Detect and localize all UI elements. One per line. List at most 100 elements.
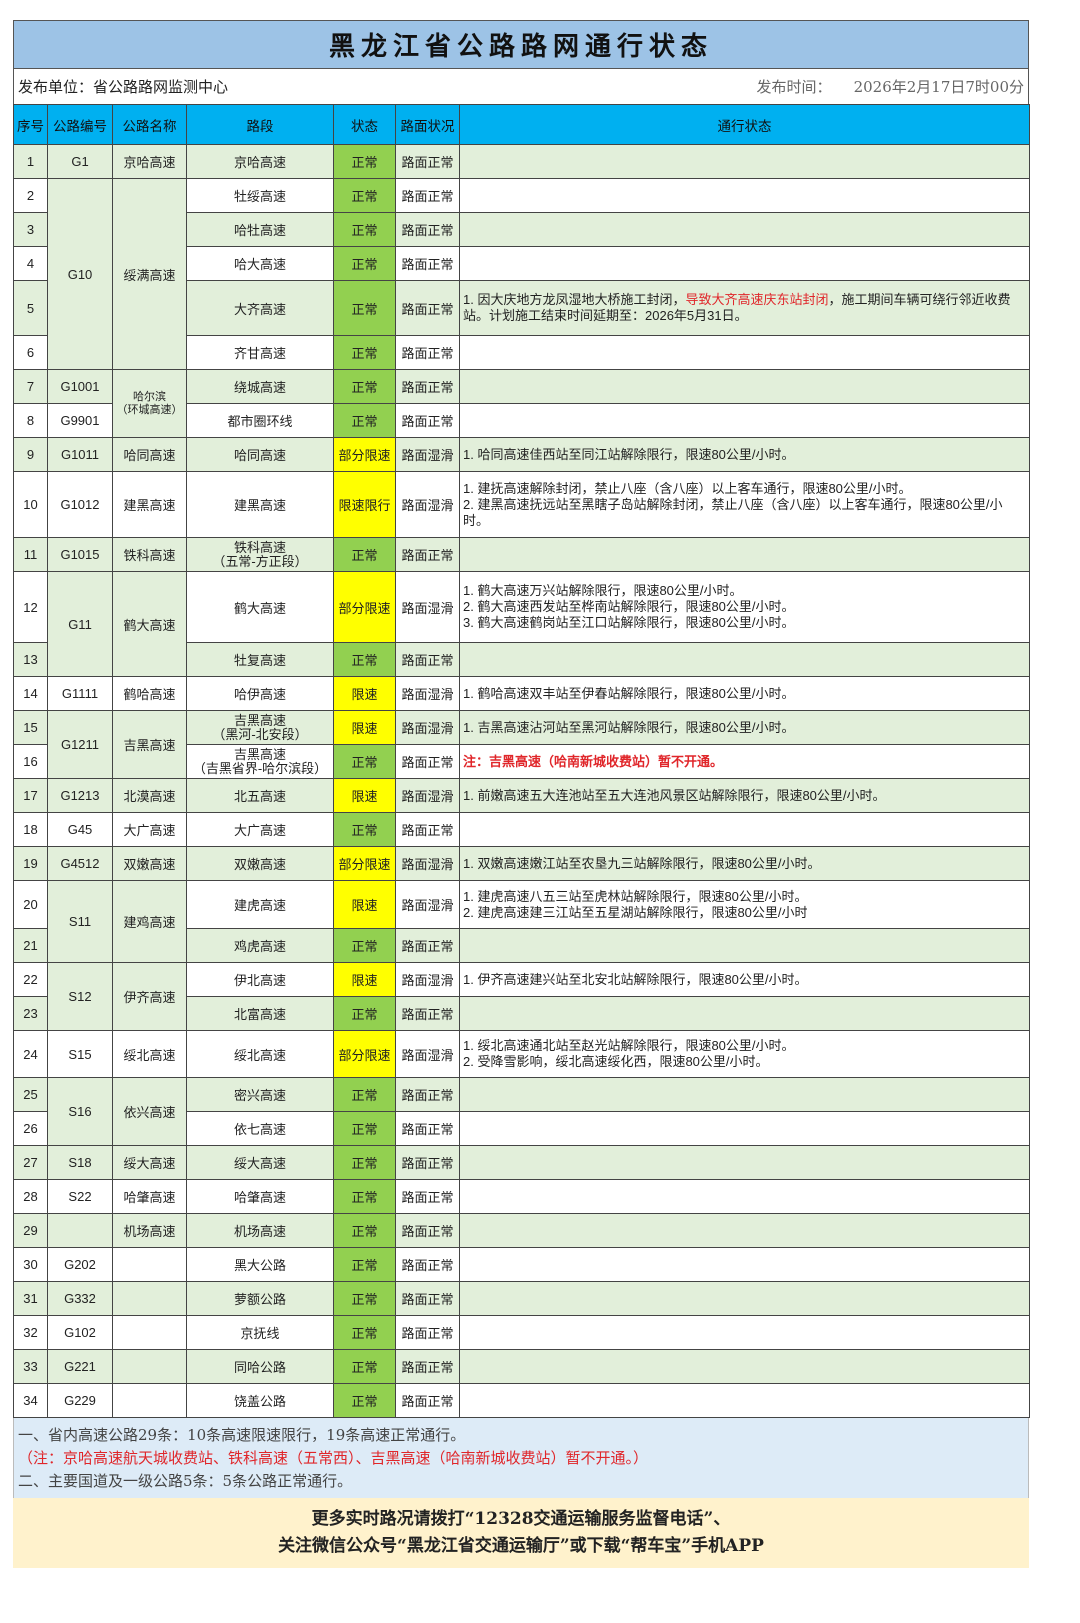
surface-condition: 路面正常 — [395, 403, 460, 438]
note-text: 1. 因大庆地方龙凤湿地大桥施工封闭， — [463, 292, 686, 307]
row-number: 3 — [13, 212, 48, 247]
status-badge: 限速 — [333, 710, 396, 745]
surface-condition: 路面正常 — [395, 1383, 460, 1418]
publish-time-block: 发布时间： 2026年2月17日7时00分 — [757, 76, 1028, 97]
road-code: G332 — [47, 1281, 113, 1316]
row-number: 16 — [13, 744, 48, 779]
status-badge: 正常 — [333, 1077, 396, 1112]
table-row: 2 G10 绥满高速 牡绥高速 正常 路面正常 — [13, 178, 1030, 370]
row-number: 14 — [13, 676, 48, 711]
traffic-notes: 1. 吉黑高速沾河站至黑河站解除限行，限速80公里/小时。 — [459, 710, 1030, 745]
col-header-status: 状态 — [333, 104, 396, 145]
road-name: 哈肇高速 — [112, 1179, 187, 1214]
row-number: 26 — [13, 1111, 48, 1146]
surface-condition: 路面湿滑 — [395, 1030, 460, 1078]
col-header-segment: 路段 — [186, 104, 334, 145]
table-row: 24 S15 绥北高速 绥北高速 部分限速 路面湿滑 1. 绥北高速通北站至赵光站解除限行，… — [13, 1030, 1030, 1078]
status-badge: 正常 — [333, 928, 396, 963]
row-number: 8 — [13, 403, 48, 438]
road-segment: 牡绥高速 — [186, 178, 334, 213]
note-line: 1. 哈同高速佳西站至同江站解除限行，限速80公里/小时。 — [463, 447, 1026, 463]
surface-condition: 路面正常 — [395, 1111, 460, 1146]
note-highlight: 注：吉黑高速（哈南新城收费站）暂不开通。 — [463, 753, 724, 769]
surface-condition: 路面湿滑 — [395, 437, 460, 472]
row-number: 33 — [13, 1349, 48, 1384]
road-code: S22 — [47, 1179, 113, 1214]
page-title: 黑龙江省公路路网通行状态 — [13, 20, 1029, 69]
note-line: 1. 建虎高速八五三站至虎林站解除限行，限速80公里/小时。 — [463, 889, 1026, 905]
surface-condition: 路面正常 — [395, 1281, 460, 1316]
road-segment: 大齐高速 — [186, 280, 334, 336]
table-row: 27 S18 绥大高速 绥大高速 正常 路面正常 — [13, 1145, 1030, 1180]
road-name: 吉黑高速 — [112, 710, 187, 779]
road-segment: 双嫩高速 — [186, 846, 334, 881]
surface-condition: 路面正常 — [395, 246, 460, 281]
status-badge: 正常 — [333, 1179, 396, 1214]
traffic-notes: 1. 前嫩高速五大连池站至五大连池风景区站解除限行，限速80公里/小时。 — [459, 778, 1030, 813]
table-row: 30 G202 黑大公路 正常 路面正常 — [13, 1247, 1030, 1282]
table-row: 34 G229 饶盖公路 正常 路面正常 — [13, 1383, 1030, 1418]
note-line: 1. 伊齐高速建兴站至北安北站解除限行，限速80公里/小时。 — [463, 972, 1026, 988]
traffic-notes — [459, 212, 1030, 247]
row-number: 10 — [13, 471, 48, 538]
surface-condition: 路面正常 — [395, 212, 460, 247]
status-badge: 正常 — [333, 212, 396, 247]
surface-condition: 路面正常 — [395, 744, 460, 779]
status-badge: 正常 — [333, 403, 396, 438]
status-badge: 正常 — [333, 642, 396, 677]
table-row: 18 G45 大广高速 大广高速 正常 路面正常 — [13, 812, 1030, 847]
traffic-notes — [459, 812, 1030, 847]
note-line: 2. 建虎高速建三江站至五星湖站解除限行，限速80公里/小时 — [463, 905, 1026, 921]
surface-condition: 路面湿滑 — [395, 962, 460, 997]
road-segment: 大广高速 — [186, 812, 334, 847]
status-badge: 正常 — [333, 1247, 396, 1282]
traffic-notes — [459, 178, 1030, 213]
status-badge: 正常 — [333, 369, 396, 404]
note-text: 1. 吉黑高速沾河站至黑河站解除限行，限速80公里/小时。 — [463, 719, 795, 735]
traffic-notes — [459, 1213, 1030, 1248]
road-code: G11 — [47, 571, 113, 677]
note-line: 1. 双嫩高速嫩江站至农垦九三站解除限行，限速80公里/小时。 — [463, 856, 1026, 872]
road-segment: 绥大高速 — [186, 1145, 334, 1180]
note-text: 1. 双嫩高速嫩江站至农垦九三站解除限行，限速80公里/小时。 — [463, 855, 821, 871]
surface-condition: 路面正常 — [395, 280, 460, 336]
traffic-notes: 1. 建虎高速八五三站至虎林站解除限行，限速80公里/小时。 2. 建虎高速建三江… — [459, 880, 1030, 929]
note-line: 2. 受降雪影响，绥北高速绥化西，限速80公里/小时。 — [463, 1054, 1026, 1070]
publish-time: 2026年2月17日7时00分 — [853, 78, 1024, 96]
road-name: 建鸡高速 — [112, 880, 187, 963]
table-row: 15 G1211 吉黑高速 吉黑高速 （黑河-北安段） 限速 路面湿滑 1. 吉黑高速沾河站… — [13, 710, 1030, 779]
road-name: 京哈高速 — [112, 144, 187, 179]
traffic-notes — [459, 144, 1030, 179]
status-badge: 正常 — [333, 1281, 396, 1316]
row-number: 24 — [13, 1030, 48, 1078]
road-code: G1 — [47, 144, 113, 179]
note-line: 1. 前嫩高速五大连池站至五大连池风景区站解除限行，限速80公里/小时。 — [463, 788, 1026, 804]
traffic-notes — [459, 928, 1030, 963]
road-code: S11 — [47, 880, 113, 963]
row-number: 2 — [13, 178, 48, 213]
traffic-notes — [459, 1145, 1030, 1180]
table-row: 11 G1015 铁科高速 铁科高速 （五常-方正段） 正常 路面正常 — [13, 537, 1030, 572]
road-segment: 鸡虎高速 — [186, 928, 334, 963]
road-name — [112, 1247, 187, 1282]
surface-condition: 路面正常 — [395, 1315, 460, 1350]
road-code: S18 — [47, 1145, 113, 1180]
col-header-name: 公路名称 — [112, 104, 187, 145]
road-name: 哈尔滨 （环城高速） — [112, 369, 187, 438]
surface-condition: 路面湿滑 — [395, 710, 460, 745]
note-line: 1. 鹤哈高速双丰站至伊春站解除限行，限速80公里/小时。 — [463, 686, 1026, 702]
surface-condition: 路面正常 — [395, 1179, 460, 1214]
traffic-notes: 1. 双嫩高速嫩江站至农垦九三站解除限行，限速80公里/小时。 — [459, 846, 1030, 881]
surface-condition: 路面正常 — [395, 1077, 460, 1112]
table-row: 25 S16 依兴高速 密兴高速 正常 路面正常 — [13, 1077, 1030, 1146]
traffic-notes: 注：吉黑高速（哈南新城收费站）暂不开通。 — [459, 744, 1030, 779]
row-number: 34 — [13, 1383, 48, 1418]
note-text: 1. 绥北高速通北站至赵光站解除限行，限速80公里/小时。 — [463, 1038, 795, 1053]
note-text: 2. 建虎高速建三江站至五星湖站解除限行，限速80公里/小时 — [463, 904, 808, 920]
road-name — [112, 1315, 187, 1350]
status-badge: 限速 — [333, 778, 396, 813]
road-segment: 铁科高速 （五常-方正段） — [186, 537, 334, 572]
surface-condition: 路面正常 — [395, 178, 460, 213]
row-number: 25 — [13, 1077, 48, 1112]
surface-condition: 路面湿滑 — [395, 571, 460, 643]
